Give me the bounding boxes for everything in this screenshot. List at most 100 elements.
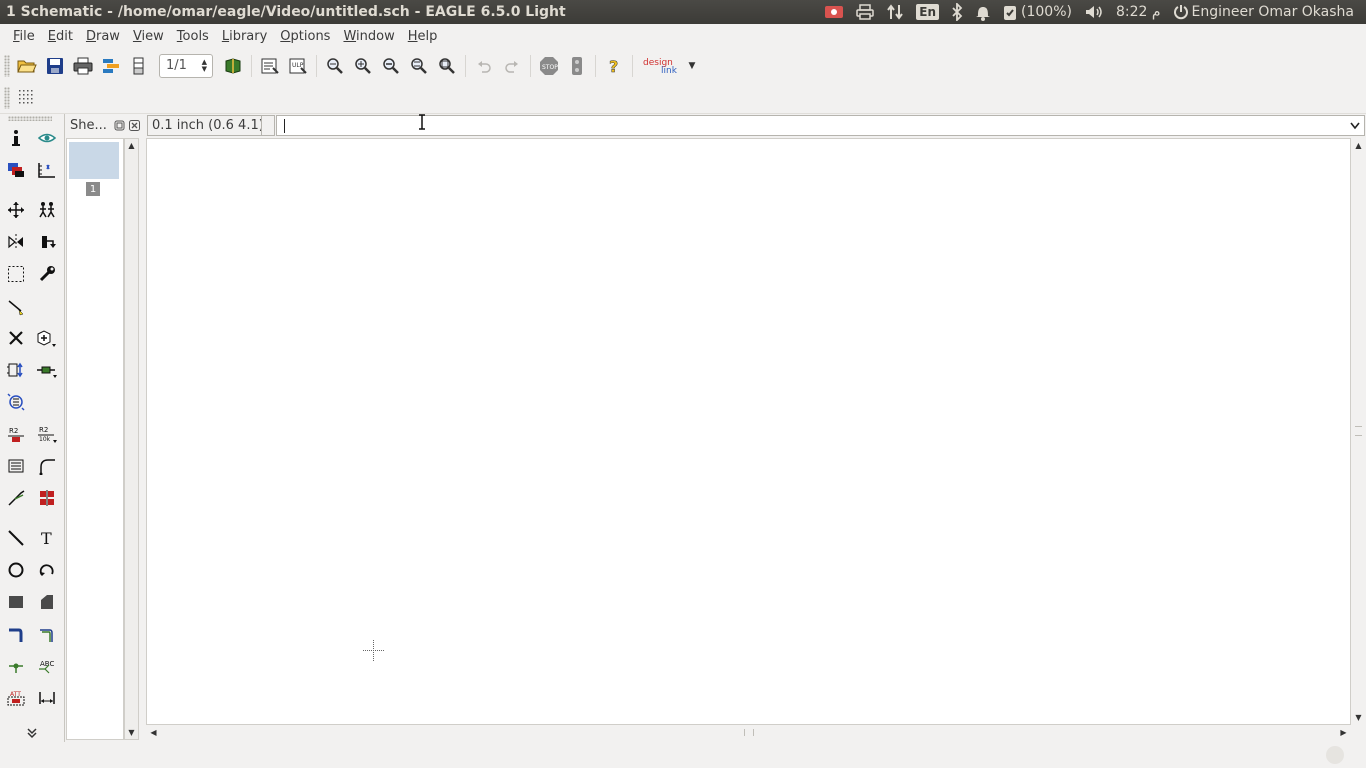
circle-tool[interactable]	[5, 559, 27, 581]
menu-help[interactable]: Help	[401, 24, 444, 49]
smash-tool[interactable]	[5, 455, 27, 477]
script-button[interactable]	[256, 52, 284, 80]
zoom-fit-button[interactable]	[321, 52, 349, 80]
info-tool[interactable]	[5, 127, 27, 149]
sheet-spin-icon-button[interactable]	[125, 52, 153, 80]
redo-button[interactable]	[498, 52, 526, 80]
label-tool[interactable]: ABC	[36, 655, 58, 677]
arc-tool[interactable]	[36, 559, 58, 581]
scroll-down-arrow-icon[interactable]: ▼	[1352, 711, 1365, 724]
delete-tool[interactable]	[5, 327, 27, 349]
replace-tool[interactable]	[36, 359, 58, 381]
session-menu[interactable]: Engineer Omar Okasha	[1167, 0, 1360, 24]
change-tool[interactable]	[36, 263, 58, 285]
mirror-tool[interactable]	[5, 231, 27, 253]
network-icon[interactable]	[880, 0, 910, 24]
junction-tool[interactable]	[5, 655, 27, 677]
text-tool[interactable]: T	[36, 527, 58, 549]
bluetooth-icon[interactable]	[945, 0, 969, 24]
move-tool[interactable]	[5, 199, 27, 221]
name-tool[interactable]: R2	[5, 423, 27, 445]
palette-grip[interactable]	[8, 116, 52, 121]
show-tool[interactable]	[36, 127, 58, 149]
design-link-button[interactable]: design link ▼	[637, 52, 699, 80]
scroll-down-arrow-icon[interactable]: ▼	[125, 726, 138, 739]
chevron-down-icon[interactable]: ▼	[689, 61, 696, 71]
more-tools-expander[interactable]	[21, 722, 43, 744]
split-tool[interactable]	[5, 487, 27, 509]
save-button[interactable]	[41, 52, 69, 80]
scroll-right-arrow-icon[interactable]: ▶	[1337, 726, 1350, 739]
scroll-handle-grip[interactable]	[1355, 426, 1362, 436]
invoke-tool[interactable]	[36, 487, 58, 509]
volume-icon[interactable]	[1078, 0, 1110, 24]
toolbar-grip[interactable]	[4, 54, 10, 77]
sheet-spinbox[interactable]: 1/1 ▲ ▼	[159, 53, 213, 78]
scroll-track[interactable]	[126, 157, 137, 742]
rect-tool[interactable]	[5, 591, 27, 613]
help-button[interactable]: ?	[600, 52, 628, 80]
command-history-dropdown[interactable]	[1345, 116, 1364, 135]
polygon-tool[interactable]	[36, 591, 58, 613]
run-ulp-button[interactable]: ULP	[284, 52, 312, 80]
canvas-vertical-scrollbar[interactable]: ▲ ▼	[1351, 138, 1366, 725]
scroll-left-arrow-icon[interactable]: ◀	[147, 726, 160, 739]
paste-tool[interactable]	[5, 296, 27, 318]
board-switch-button[interactable]	[219, 52, 247, 80]
mark-tool[interactable]	[36, 159, 58, 181]
spin-arrows-icon[interactable]: ▲ ▼	[202, 58, 207, 73]
redraw-button[interactable]	[405, 52, 433, 80]
command-line-input[interactable]	[276, 115, 1365, 136]
miter-tool[interactable]	[36, 455, 58, 477]
grid-button[interactable]	[13, 84, 41, 112]
menu-draw[interactable]: Draw	[79, 24, 126, 49]
sheet-list[interactable]: 1	[66, 138, 124, 740]
canvas-horizontal-scrollbar[interactable]: ◀ ▶	[146, 725, 1351, 740]
rotate-tool[interactable]	[36, 231, 58, 253]
menu-file[interactable]: File	[6, 24, 41, 49]
copy-tool[interactable]	[36, 199, 58, 221]
net-tool[interactable]	[36, 624, 58, 646]
stop-button[interactable]: STOP	[535, 52, 563, 80]
add-tool[interactable]	[36, 327, 58, 349]
zoom-select-button[interactable]	[433, 52, 461, 80]
value-tool[interactable]: R2 10k	[36, 423, 58, 445]
open-button[interactable]	[13, 52, 41, 80]
sheet-list-scrollbar[interactable]: ▲ ▼	[124, 138, 139, 740]
wire-tool[interactable]	[5, 527, 27, 549]
printer-icon[interactable]	[850, 0, 880, 24]
sheet-thumbnail[interactable]	[69, 142, 119, 179]
record-icon[interactable]	[818, 0, 850, 24]
zoom-out-button[interactable]	[377, 52, 405, 80]
toolbar-grip[interactable]	[4, 86, 10, 109]
clock[interactable]: 8:22 م	[1110, 0, 1167, 24]
display-tool[interactable]	[5, 159, 27, 181]
attribute-tool[interactable]: ATT	[5, 687, 27, 709]
scroll-up-arrow-icon[interactable]: ▲	[1352, 139, 1365, 152]
notification-bell-icon[interactable]	[969, 0, 997, 24]
scroll-handle-grip[interactable]	[744, 729, 754, 736]
scroll-up-arrow-icon[interactable]: ▲	[125, 139, 138, 152]
menu-options[interactable]: Options	[273, 24, 336, 49]
pinswap-tool[interactable]	[5, 359, 27, 381]
zoom-in-button[interactable]	[349, 52, 377, 80]
cam-processor-button[interactable]	[97, 52, 125, 80]
battery-icon[interactable]: (100%)	[997, 0, 1078, 24]
menu-tools[interactable]: Tools	[170, 24, 215, 49]
menu-edit[interactable]: Edit	[41, 24, 79, 49]
float-panel-button[interactable]	[113, 119, 126, 132]
pinswap-icon	[7, 362, 23, 378]
keyboard-layout-icon[interactable]: En	[910, 0, 945, 24]
schematic-canvas[interactable]	[146, 138, 1351, 725]
print-button[interactable]	[69, 52, 97, 80]
group-tool[interactable]	[5, 263, 27, 285]
gateswap-tool[interactable]	[5, 391, 27, 413]
dimension-tool[interactable]	[36, 687, 58, 709]
undo-button[interactable]	[470, 52, 498, 80]
go-button[interactable]	[563, 52, 591, 80]
menu-view[interactable]: View	[126, 24, 170, 49]
close-panel-button[interactable]	[128, 119, 141, 132]
bus-tool[interactable]	[5, 624, 27, 646]
menu-window[interactable]: Window	[336, 24, 400, 49]
menu-library[interactable]: Library	[215, 24, 273, 49]
